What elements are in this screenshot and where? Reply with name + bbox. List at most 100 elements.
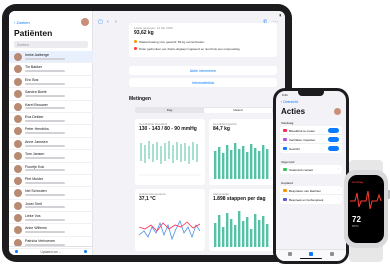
card-value: 130 - 143 / 80 - 90 mmHg	[139, 126, 197, 132]
patient-row[interactable]: Eric Bos	[9, 76, 93, 89]
patient-name: Eric Bos	[25, 77, 39, 82]
patient-subtitle	[25, 156, 65, 159]
tab-bar	[276, 249, 346, 261]
back-button[interactable]: ‹ Overzicht	[281, 100, 298, 104]
action-label: Gewicht	[289, 146, 300, 151]
card-value: 84,7 kg	[213, 126, 230, 132]
patient-name: Floortje Kok	[25, 164, 45, 169]
action-icon	[283, 137, 287, 142]
patient-row[interactable]: Tom Jansen	[9, 150, 93, 163]
patient-avatar	[14, 139, 22, 148]
ipad-screen: 9:41 ▮ ‹ Zoeken Patiënten Zoeken Ineke A…	[9, 11, 285, 255]
action-row[interactable]: Bespreken van klachten ›	[280, 186, 342, 195]
temperature-card[interactable]: Lichaamstemperatuur 37,1 °C	[135, 189, 205, 251]
heart-rate-heading: Hartslag	[352, 180, 364, 184]
search-input[interactable]: Zoeken	[14, 41, 88, 48]
card-value: 37,1 °C	[139, 196, 156, 202]
patient-row[interactable]: Piet Mulder	[9, 175, 93, 188]
status-pill	[328, 128, 339, 133]
weight-chart	[214, 143, 269, 179]
action-group: Bloeddruk te meten Vertrikken inspotten Ge…	[280, 126, 342, 153]
patient-name: Anke Willems	[25, 226, 47, 231]
action-row[interactable]: Telefonish contact ›	[280, 165, 342, 174]
inform-action-button[interactable]: Aktie informeren	[129, 66, 277, 75]
segment-day[interactable]: Dag	[136, 108, 203, 113]
alert-line: 8 liter gedronken per drank-uitgaapr ing…	[134, 47, 240, 51]
section-header: Vandaag	[281, 121, 294, 125]
alert-line: Waarschuwing voor gewicht: 89 kg oversch…	[134, 40, 204, 44]
tab-settings-icon[interactable]	[330, 252, 334, 256]
patient-row[interactable]: Nel Schouten	[9, 187, 93, 200]
back-button[interactable]: ‹ Zoeken	[14, 20, 30, 25]
heart-rate-graph	[350, 190, 382, 210]
steps-card[interactable]: Stappenteller 1.898 stappen per dag	[209, 189, 275, 251]
blood-pressure-chart	[139, 141, 201, 176]
ipad-device: 9:41 ▮ ‹ Zoeken Patiënten Zoeken Ineke A…	[2, 4, 292, 262]
patient-subtitle	[25, 206, 65, 209]
patient-name: Anne Janssen	[25, 139, 48, 144]
patient-name: Tin Bakker	[25, 65, 43, 70]
chevron-right-icon[interactable]: ›	[115, 19, 117, 25]
patient-subtitle	[25, 70, 65, 73]
patient-row[interactable]: Tin Bakker	[9, 63, 93, 76]
patient-subtitle	[25, 144, 65, 147]
patient-list: Ineke Aalberge Tin Bakker Eric Bos Sandra B…	[9, 51, 93, 250]
patient-detail: ▢ ‹ › ✆ ⋯ Laatst gewogen: 12 feb 2020 93…	[93, 11, 285, 255]
patient-row[interactable]: Eva Dekker	[9, 113, 93, 126]
patients-sidebar: ‹ Zoeken Patiënten Zoeken Ineke Aalberge…	[9, 11, 93, 255]
action-label: Bespreken van klachten	[289, 188, 322, 193]
action-icon	[283, 128, 287, 133]
patient-name: Peter Hendriks	[25, 127, 49, 132]
patient-row[interactable]: Sandra Boele	[9, 88, 93, 101]
filter-icon[interactable]	[15, 249, 18, 253]
patient-name: Piet Mulder	[25, 176, 44, 181]
patient-row[interactable]: Karel Brouwer	[9, 101, 93, 113]
action-row[interactable]: Vertrikken inspotten	[280, 135, 342, 144]
iphone-notch	[298, 91, 324, 96]
action-icon	[283, 197, 287, 202]
info-block-button[interactable]: Informatieblok	[129, 78, 277, 87]
patient-subtitle	[25, 82, 65, 85]
patient-row[interactable]: Anke Willems	[9, 224, 93, 237]
action-row[interactable]: Bloeddruk te meten	[280, 126, 342, 135]
patient-subtitle	[25, 57, 65, 60]
blood-pressure-card[interactable]: Gemiddelde bloeddruk 130 - 143 / 80 - 90…	[135, 119, 205, 185]
action-group: Telefonish contact ›	[280, 165, 342, 174]
patient-subtitle	[25, 94, 65, 97]
footer-text: Updated om ...	[40, 249, 62, 254]
patient-name: Sandra Boele	[25, 90, 47, 95]
patient-row[interactable]: Floortje Kok	[9, 163, 93, 175]
actions-title: Acties	[281, 107, 306, 116]
tab-patients-icon[interactable]	[288, 252, 292, 256]
action-row[interactable]: Bespreek en herbespreek ›	[280, 195, 342, 204]
patient-row[interactable]: Peter Hendriks	[9, 125, 93, 138]
segment-month[interactable]: Maand	[204, 107, 272, 113]
sidebar-toggle-icon[interactable]: ▢	[98, 19, 103, 25]
patient-subtitle	[25, 231, 65, 234]
patient-avatar	[14, 102, 22, 111]
patient-name: Joost Smit	[25, 201, 42, 206]
patient-subtitle	[25, 194, 65, 197]
tab-actions-icon[interactable]	[309, 252, 313, 256]
heart-rate-unit: BPM	[352, 224, 359, 228]
sidebar-footer: Updated om ...	[9, 246, 93, 255]
compose-icon[interactable]	[84, 249, 87, 253]
patient-row[interactable]: Lieke Vos	[9, 212, 93, 225]
patient-row[interactable]: Joost Smit	[9, 200, 93, 213]
user-avatar[interactable]	[334, 108, 341, 115]
sidebar-title: Patiënten	[14, 28, 53, 38]
weight-value: 93,62 kg	[134, 30, 154, 36]
chevron-left-icon[interactable]: ‹	[107, 19, 109, 25]
action-label: Bespreek en herbespreek	[289, 197, 324, 202]
weight-card[interactable]: Gemiddeld gewicht 84,7 kg	[209, 119, 275, 185]
user-avatar[interactable]	[81, 18, 89, 26]
patient-avatar	[14, 189, 22, 198]
chevron-right-icon: ›	[337, 197, 339, 202]
warning-icon	[134, 40, 137, 44]
patient-subtitle	[25, 181, 65, 184]
patient-avatar	[14, 176, 22, 185]
patient-row[interactable]: Anne Janssen	[9, 138, 93, 151]
action-row[interactable]: Gewicht	[280, 144, 342, 153]
home-indicator	[300, 257, 322, 259]
patient-row[interactable]: Ineke Aalberge	[9, 51, 93, 64]
